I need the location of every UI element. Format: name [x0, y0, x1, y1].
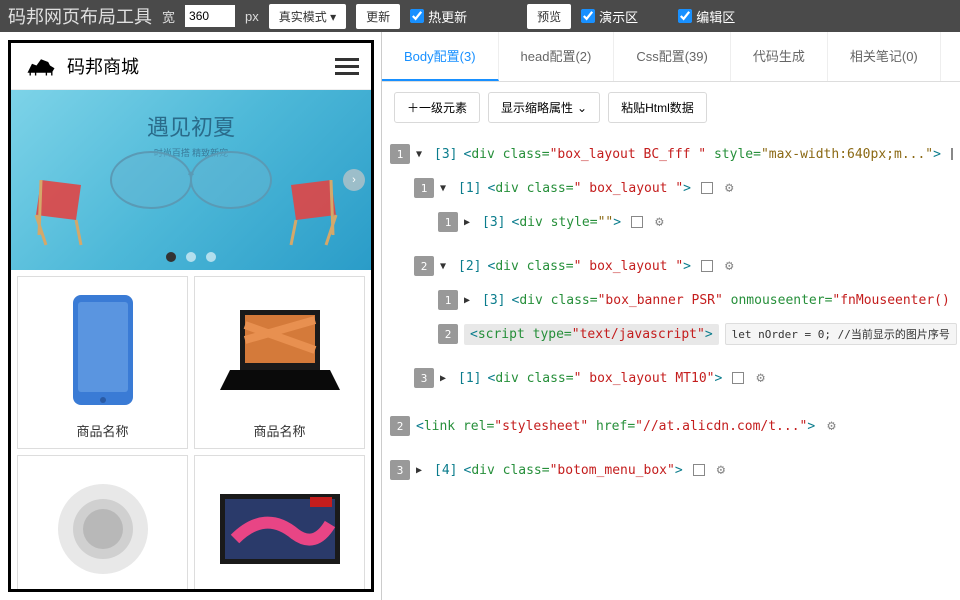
width-label: 宽: [162, 7, 175, 26]
tree-row[interactable]: 2 ▼ [2] <div class=" box_layout "> ⚙: [390, 249, 952, 283]
code-tree: 1 ▼ [3] <div class="box_layout BC_fff " …: [382, 133, 960, 600]
banner-next-button[interactable]: ›: [343, 169, 365, 191]
laptop-image: [203, 285, 356, 415]
tree-row[interactable]: 2 <link rel="stylesheet" href="//at.alic…: [390, 409, 952, 443]
update-button[interactable]: 更新: [356, 4, 400, 29]
tab-head-config[interactable]: head配置(2): [499, 32, 615, 81]
product-card[interactable]: [194, 455, 365, 592]
line-number: 1: [414, 178, 434, 198]
tree-row[interactable]: 1 ▼ [3] <div class="box_layout BC_fff " …: [390, 137, 952, 171]
tab-body-config[interactable]: Body配置(3): [382, 32, 499, 81]
product-card[interactable]: [17, 455, 188, 592]
js-snippet: let nOrder = 0; //当前显示的图片序号: [725, 323, 957, 345]
chevron-down-icon: ⌄: [577, 101, 587, 115]
banner: 遇见初夏 时尚百搭 精致新宠 ›: [11, 90, 371, 270]
box-icon[interactable]: [701, 260, 713, 272]
px-label: px: [245, 9, 259, 24]
tree-row[interactable]: 3 ▶ [1] <div class=" box_layout MT10"> ⚙: [390, 361, 952, 395]
product-card[interactable]: 商品名称: [194, 276, 365, 449]
app-title: 码邦网页布局工具: [8, 3, 152, 29]
tree-row[interactable]: 3 ▶ [4] <div class="botom_menu_box"> ⚙: [390, 453, 952, 487]
gear-icon[interactable]: ⚙: [756, 370, 764, 386]
gear-icon[interactable]: ⚙: [725, 258, 733, 274]
expand-icon[interactable]: ▶: [416, 465, 428, 476]
show-attr-button[interactable]: 显示缩略属性 ⌄: [488, 92, 600, 123]
sunglasses-icon: [101, 145, 281, 215]
collapse-icon[interactable]: ▼: [416, 149, 428, 160]
editor-toolbar: ＋一级元素 显示缩略属性 ⌄ 粘贴Html数据: [382, 82, 960, 133]
add-element-button[interactable]: ＋一级元素: [394, 92, 480, 123]
gear-icon[interactable]: ⚙: [717, 462, 725, 478]
phone-image: [26, 285, 179, 415]
tv-image: [203, 464, 356, 592]
top-toolbar: 码邦网页布局工具 宽 px 真实模式 ▾ 更新 热更新 预览 演示区 编辑区: [0, 0, 960, 32]
line-number: 1: [438, 212, 458, 232]
collapse-icon[interactable]: ▼: [440, 261, 452, 272]
tab-notes[interactable]: 相关笔记(0): [828, 32, 941, 81]
preview-button[interactable]: 预览: [527, 4, 571, 29]
demo-area-checkbox[interactable]: 演示区: [581, 7, 638, 26]
tree-row[interactable]: 1 ▼ [1] <div class=" box_layout "> ⚙: [390, 171, 952, 205]
expand-icon[interactable]: ▶: [464, 217, 476, 228]
paste-html-button[interactable]: 粘贴Html数据: [608, 92, 707, 123]
hot-update-checkbox[interactable]: 热更新: [410, 7, 467, 26]
mode-button[interactable]: 真实模式 ▾: [269, 4, 346, 29]
box-icon[interactable]: [732, 372, 744, 384]
line-number: 1: [438, 290, 458, 310]
washer-image: [26, 464, 179, 592]
box-icon[interactable]: [631, 216, 643, 228]
collapse-icon[interactable]: ▼: [440, 183, 452, 194]
product-name: 商品名称: [203, 421, 356, 440]
mobile-preview-frame: 码邦商城 遇见初夏 时尚百搭 精致新宠 ›: [8, 40, 374, 592]
line-number: 3: [390, 460, 410, 480]
dot-1[interactable]: [166, 252, 176, 262]
tab-css-config[interactable]: Css配置(39): [614, 32, 731, 81]
product-grid: 商品名称 商品名称: [11, 270, 371, 592]
product-name: 商品名称: [26, 421, 179, 440]
line-number: 1: [390, 144, 410, 164]
line-number: 2: [414, 256, 434, 276]
box-icon[interactable]: [693, 464, 705, 476]
mobile-brand-title: 码邦商城: [67, 53, 139, 79]
tab-codegen[interactable]: 代码生成: [731, 32, 828, 81]
expand-icon[interactable]: ▶: [464, 295, 476, 306]
horse-logo-icon: [23, 54, 59, 78]
line-number: 3: [414, 368, 434, 388]
edit-area-checkbox[interactable]: 编辑区: [678, 7, 735, 26]
gear-icon[interactable]: ⚙: [655, 214, 663, 230]
width-input[interactable]: [185, 5, 235, 27]
tree-row[interactable]: 2 <script type="text/javascript"> let nO…: [390, 317, 952, 351]
mobile-header: 码邦商城: [11, 43, 371, 90]
beach-chair-left-icon: [31, 170, 101, 250]
box-icon[interactable]: [701, 182, 713, 194]
product-card[interactable]: 商品名称: [17, 276, 188, 449]
line-number: 2: [390, 416, 410, 436]
dot-3[interactable]: [206, 252, 216, 262]
editor-pane: Body配置(3) head配置(2) Css配置(39) 代码生成 相关笔记(…: [382, 32, 960, 600]
tree-row[interactable]: 1 ▶ [3] <div class="box_banner PSR" onmo…: [390, 283, 952, 317]
beach-chair-right-icon: [271, 170, 341, 250]
expand-icon[interactable]: ▶: [440, 373, 452, 384]
gear-icon[interactable]: ⚙: [827, 418, 835, 434]
hamburger-icon[interactable]: [335, 58, 359, 75]
box-icon[interactable]: [951, 148, 953, 160]
tree-row[interactable]: 1 ▶ [3] <div style=""> ⚙: [390, 205, 952, 239]
editor-tabs: Body配置(3) head配置(2) Css配置(39) 代码生成 相关笔记(…: [382, 32, 960, 82]
dot-2[interactable]: [186, 252, 196, 262]
line-number: 2: [438, 324, 458, 344]
banner-dots: [166, 252, 216, 262]
preview-pane: 码邦商城 遇见初夏 时尚百搭 精致新宠 ›: [0, 32, 382, 600]
gear-icon[interactable]: ⚙: [725, 180, 733, 196]
